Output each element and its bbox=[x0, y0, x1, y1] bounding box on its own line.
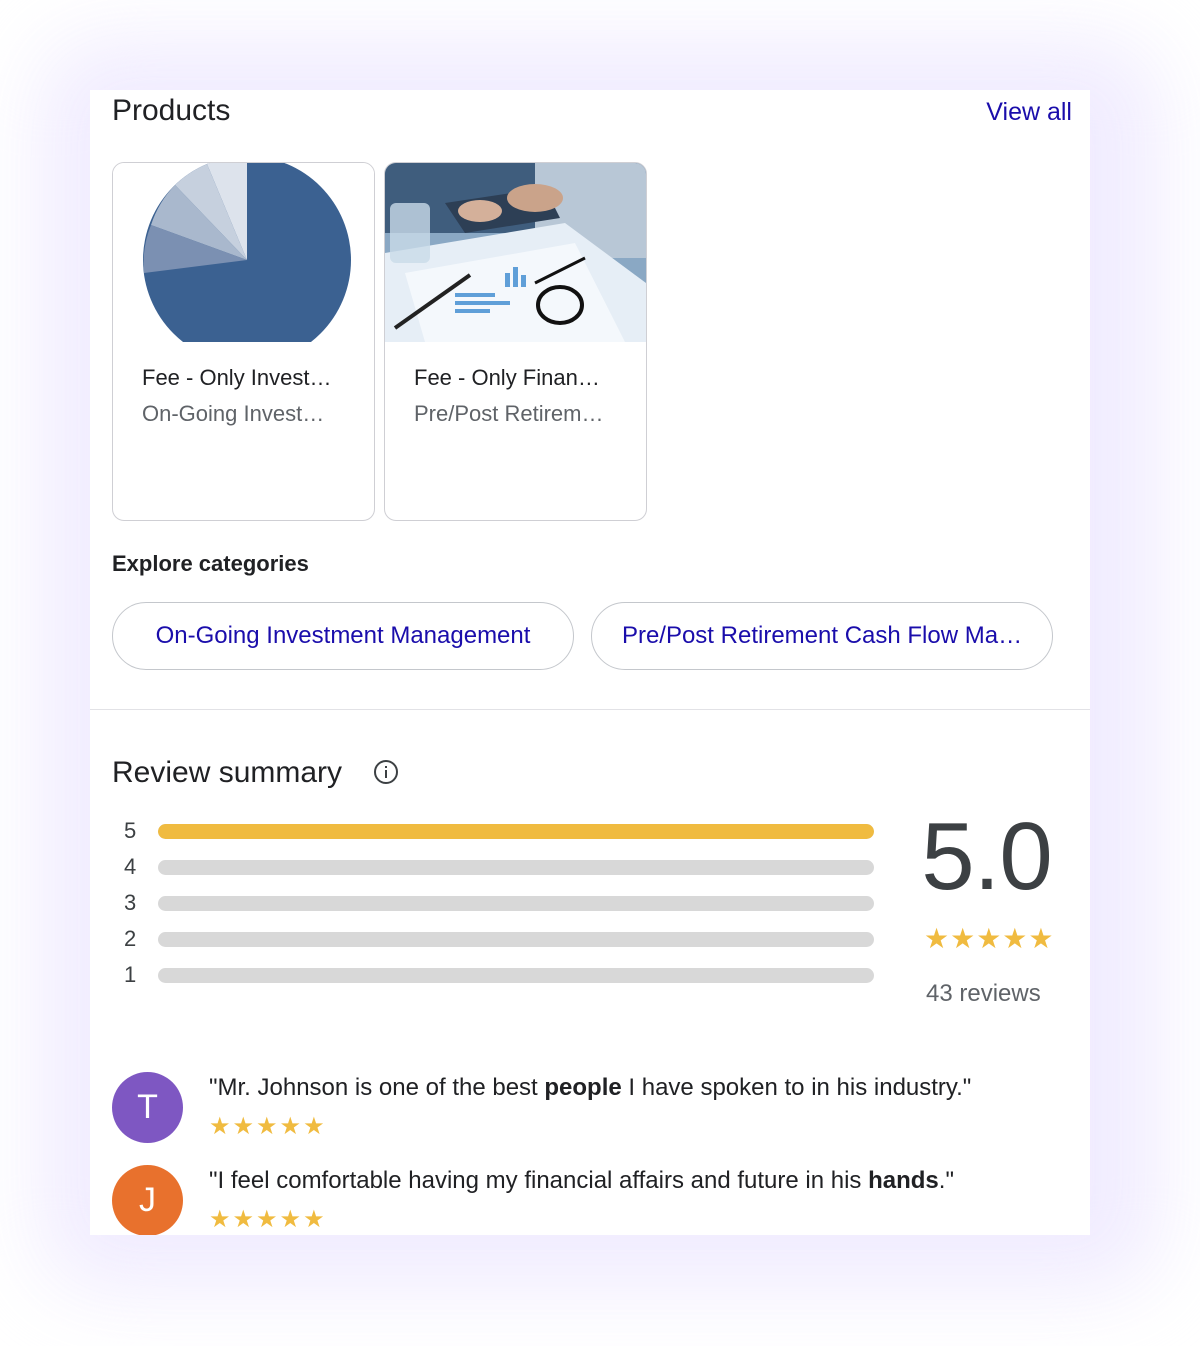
product-name: Fee - Only Invest… bbox=[142, 365, 332, 390]
explore-categories-heading: Explore categories bbox=[112, 551, 309, 576]
review-stars-icon: ★★★★★ bbox=[209, 1206, 327, 1233]
rating-row: 3 bbox=[120, 890, 880, 915]
review-count-link[interactable]: 43 reviews bbox=[926, 980, 1041, 1008]
rating-label: 3 bbox=[124, 890, 137, 915]
rating-label: 5 bbox=[124, 818, 137, 843]
review-text: "Mr. Johnson is one of the best people I… bbox=[209, 1074, 972, 1101]
info-icon[interactable] bbox=[373, 759, 399, 785]
rating-row: 1 bbox=[120, 962, 880, 987]
category-chip[interactable]: Pre/Post Retirement Cash Flow Ma… bbox=[591, 602, 1053, 670]
avatar: T bbox=[112, 1072, 183, 1143]
product-card[interactable]: Fee - Only Finan… Pre/Post Retirem… bbox=[384, 162, 647, 521]
product-subtitle: Pre/Post Retirem… bbox=[414, 401, 604, 426]
product-subtitle: On-Going Invest… bbox=[142, 401, 325, 426]
rating-label: 4 bbox=[124, 854, 137, 879]
products-title: Products bbox=[112, 94, 231, 127]
category-chip[interactable]: On-Going Investment Management bbox=[112, 602, 574, 670]
pie-chart-image bbox=[113, 163, 374, 342]
review-summary-title: Review summary bbox=[112, 756, 343, 789]
average-stars-icon: ★★★★★ bbox=[924, 923, 1055, 954]
product-name: Fee - Only Finan… bbox=[414, 365, 600, 390]
divider bbox=[90, 709, 1090, 710]
average-rating: 5.0 bbox=[921, 803, 1052, 910]
view-all-link[interactable]: View all bbox=[986, 98, 1072, 127]
rating-bar-track bbox=[158, 860, 874, 875]
rating-bar-track bbox=[158, 968, 874, 983]
rating-row: 2 bbox=[120, 926, 880, 951]
rating-bar-track bbox=[158, 824, 874, 839]
avatar: J bbox=[112, 1165, 183, 1235]
rating-label: 2 bbox=[124, 926, 137, 951]
product-card[interactable]: Fee - Only Invest… On-Going Invest… bbox=[112, 162, 375, 521]
rating-label: 1 bbox=[124, 962, 137, 987]
review-stars-icon: ★★★★★ bbox=[209, 1113, 327, 1140]
office-documents-photo bbox=[385, 163, 646, 342]
rating-bar-fill bbox=[158, 824, 874, 839]
rating-bar-track bbox=[158, 896, 874, 911]
review-text: "I feel comfortable having my financial … bbox=[209, 1167, 954, 1194]
rating-row: 5 bbox=[120, 818, 880, 843]
rating-bar-track bbox=[158, 932, 874, 947]
business-panel: Products View all Fee - Only Invest… On-… bbox=[90, 90, 1090, 1235]
rating-row: 4 bbox=[120, 854, 880, 879]
